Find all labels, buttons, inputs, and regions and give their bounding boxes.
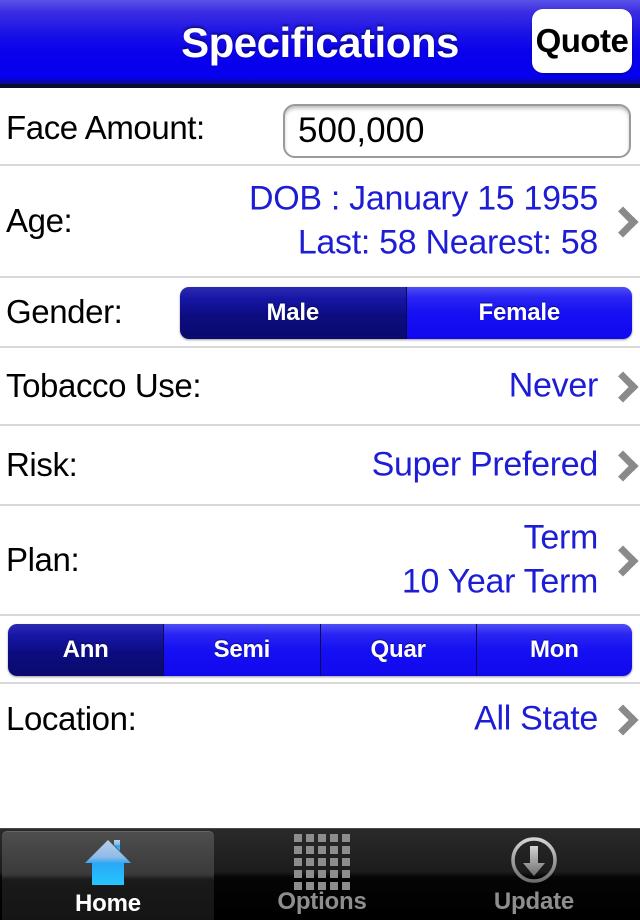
- frequency-option-monthly[interactable]: Mon: [476, 624, 632, 676]
- row-age[interactable]: Age: DOB : January 15 1955 Last: 58 Near…: [0, 166, 640, 278]
- chevron-right-icon[interactable]: [610, 204, 632, 238]
- row-location[interactable]: Location: All State: [0, 684, 640, 754]
- location-label: Location:: [6, 700, 137, 737]
- tab-bar: Home Options Update: [0, 828, 640, 920]
- tab-options[interactable]: Options: [216, 829, 428, 920]
- quote-button[interactable]: Quote: [532, 9, 632, 73]
- chevron-right-icon[interactable]: [610, 369, 632, 403]
- chevron-right-icon[interactable]: [610, 543, 632, 577]
- navigation-bar: Specifications Quote: [0, 0, 640, 88]
- tab-update[interactable]: Update: [428, 829, 640, 920]
- age-dob-text: DOB : January 15 1955: [248, 179, 598, 218]
- risk-value: Super Prefered: [371, 445, 599, 484]
- plan-value: Term 10 Year Term: [402, 516, 598, 603]
- row-tobacco-use[interactable]: Tobacco Use: Never: [0, 348, 640, 426]
- tab-home-label: Home: [75, 890, 141, 917]
- frequency-option-semiannual[interactable]: Semi: [164, 624, 321, 676]
- tobacco-use-label: Tobacco Use:: [6, 367, 202, 404]
- grid-icon: [294, 834, 350, 890]
- age-label: Age:: [6, 202, 73, 239]
- frequency-option-annual[interactable]: Ann: [8, 624, 165, 676]
- face-amount-input[interactable]: [283, 104, 631, 158]
- gender-label: Gender:: [6, 293, 123, 330]
- chevron-right-icon[interactable]: [610, 702, 632, 736]
- tobacco-use-value: Never: [508, 366, 599, 405]
- specifications-form: Face Amount: Age: DOB : January 15 1955 …: [0, 92, 640, 828]
- tab-home[interactable]: Home: [2, 831, 214, 920]
- row-payment-frequency: Ann Semi Quar Mon: [0, 616, 640, 684]
- tab-update-label: Update: [493, 888, 575, 915]
- row-risk[interactable]: Risk: Super Prefered: [0, 426, 640, 506]
- plan-type-text: Term: [523, 518, 599, 557]
- gender-option-male[interactable]: Male: [180, 287, 407, 339]
- gender-option-female[interactable]: Female: [406, 287, 632, 339]
- download-arrow-icon: [506, 835, 562, 889]
- gender-segmented-control[interactable]: Male Female: [180, 287, 632, 339]
- row-face-amount: Face Amount:: [0, 92, 640, 166]
- row-plan[interactable]: Plan: Term 10 Year Term: [0, 506, 640, 616]
- risk-label: Risk:: [6, 446, 78, 483]
- age-last-nearest-text: Last: 58 Nearest: 58: [297, 223, 598, 261]
- age-value: DOB : January 15 1955 Last: 58 Nearest: …: [249, 177, 598, 264]
- frequency-option-quarterly[interactable]: Quar: [320, 624, 477, 676]
- plan-detail-text: 10 Year Term: [401, 562, 598, 600]
- row-gender: Gender: Male Female: [0, 278, 640, 348]
- location-value: All State: [474, 699, 598, 738]
- chevron-right-icon[interactable]: [610, 448, 632, 482]
- house-icon: [80, 837, 136, 891]
- face-amount-label: Face Amount:: [6, 109, 205, 146]
- specifications-screen: Specifications Quote Face Amount: Age: D…: [0, 0, 640, 920]
- plan-label: Plan:: [6, 541, 80, 578]
- frequency-segmented-control[interactable]: Ann Semi Quar Mon: [8, 624, 632, 676]
- tab-options-label: Options: [277, 888, 367, 915]
